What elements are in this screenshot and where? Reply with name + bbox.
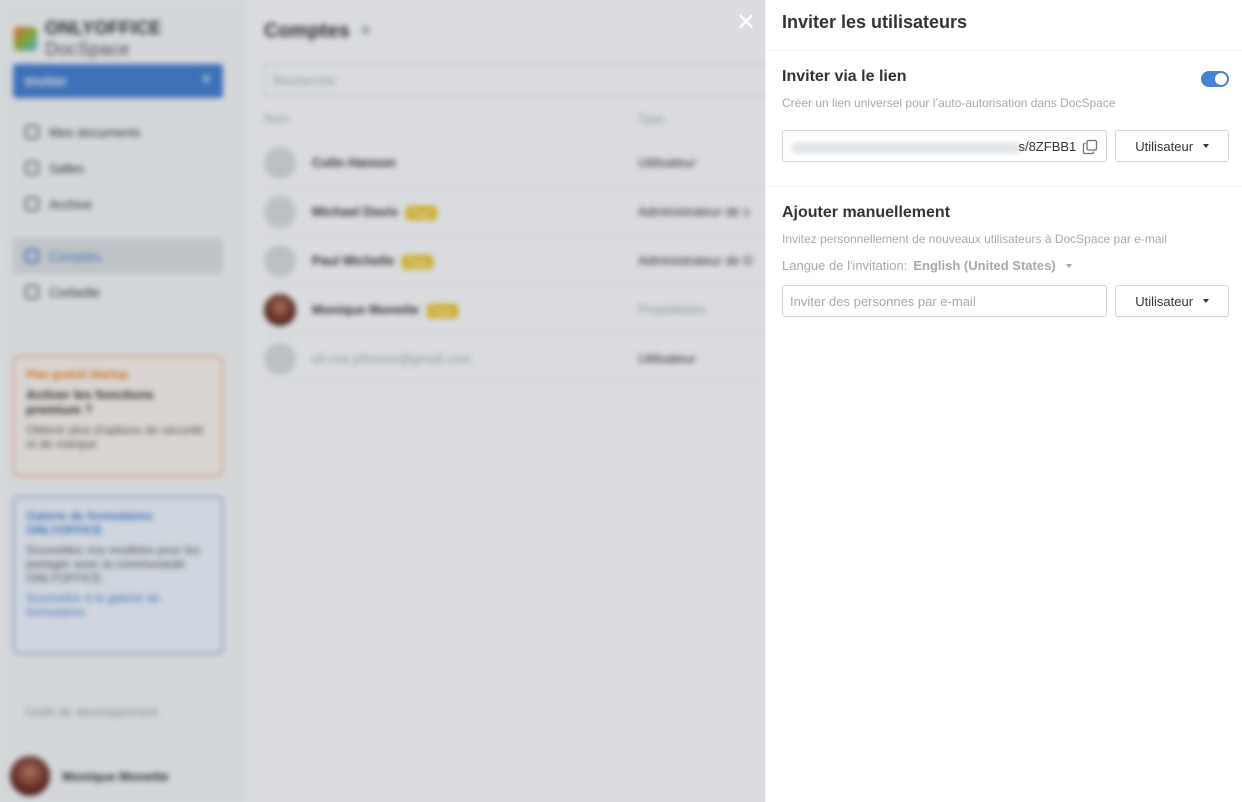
invite-link-toggle[interactable] [1201, 71, 1229, 87]
manual-invite-section: Ajouter manuellement Invitez personnelle… [766, 187, 1242, 317]
copy-icon[interactable] [1082, 139, 1098, 155]
invite-link-title: Inviter via le lien [782, 68, 907, 85]
manual-invite-description: Invitez personnellement de nouveaux util… [782, 232, 1167, 246]
toggle-knob [1215, 73, 1227, 85]
chevron-down-icon [1065, 263, 1072, 268]
chevron-down-icon [1203, 144, 1210, 148]
panel-header: Inviter les utilisateurs [766, 0, 1242, 51]
email-invite-input[interactable] [782, 285, 1108, 317]
close-icon[interactable]: ✕ [734, 10, 758, 34]
email-invite-row: Utilisateur [782, 285, 1229, 317]
manual-role-dropdown[interactable]: Utilisateur [1115, 285, 1229, 317]
manual-invite-title: Ajouter manuellement [782, 204, 951, 221]
invite-users-panel: Inviter les utilisateurs Inviter via le … [765, 0, 1242, 802]
link-url-suffix: s/8ZFBB1 [1018, 139, 1077, 154]
link-role-label: Utilisateur [1135, 138, 1194, 154]
link-role-dropdown[interactable]: Utilisateur [1115, 130, 1229, 162]
invite-link-section: Inviter via le lien Créer un lien univer… [766, 51, 1242, 162]
manual-role-label: Utilisateur [1135, 293, 1194, 309]
language-label: Langue de l'invitation: [782, 258, 908, 273]
language-dropdown[interactable]: English (United States) [913, 258, 1055, 273]
invite-link-row: s/8ZFBB1 Utilisateur [782, 130, 1229, 162]
invite-link-description: Créer un lien universel pour l’auto-auto… [782, 96, 1116, 110]
link-url-blurred [791, 141, 1021, 154]
language-value: English (United States) [913, 258, 1056, 273]
invite-link-field[interactable]: s/8ZFBB1 [782, 130, 1108, 162]
invitation-language-row: Langue de l'invitation: English (United … [782, 258, 1229, 273]
chevron-down-icon [1203, 299, 1210, 303]
panel-title: Inviter les utilisateurs [782, 12, 968, 32]
